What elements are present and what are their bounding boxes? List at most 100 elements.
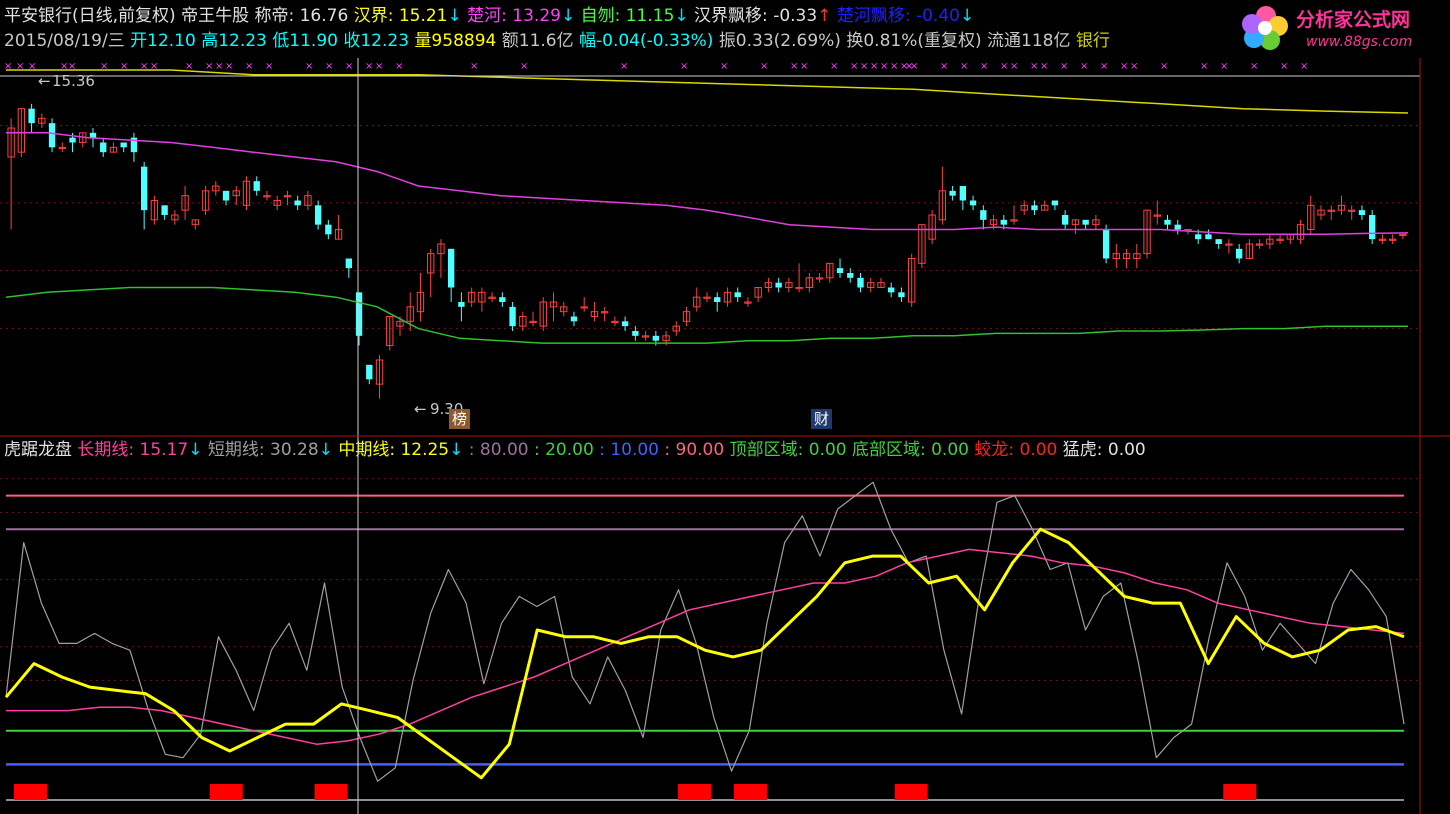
- marker-x: ×: [68, 61, 76, 72]
- candle-body: [499, 297, 506, 302]
- signal-boxes: [13, 784, 1257, 800]
- marker-x: ×: [1120, 61, 1128, 72]
- line2-segment: 额11.6亿: [501, 31, 580, 51]
- marker-x: ×: [680, 61, 688, 72]
- signal-box: [894, 784, 928, 800]
- line1-segment: 楚河飘移: -0.40: [831, 6, 960, 26]
- candle-body: [949, 190, 956, 196]
- tag-bang[interactable]: 榜: [449, 409, 471, 429]
- line1-segment: 平安银行(日线,前复权): [4, 6, 176, 26]
- candle-body: [222, 190, 230, 201]
- line3-segment: : 10.00: [593, 440, 659, 460]
- marker-x: ×: [140, 61, 148, 72]
- line1-segment: 帝王牛股: [175, 6, 255, 26]
- chart-canvas: 15.36 ← ← 9.30 × × × × × × × × × × × × × × × × × × × × × × × × ×…: [0, 58, 1450, 814]
- candle-body: [1051, 200, 1059, 206]
- line2-segment: 高12.23: [201, 31, 273, 51]
- marker-x: ×: [120, 61, 128, 72]
- line2-segment: 量958894: [414, 31, 502, 51]
- candle-body: [1062, 215, 1069, 225]
- marker-x: ×: [215, 61, 223, 72]
- candle-body: [89, 132, 97, 138]
- candle-body: [775, 282, 782, 288]
- marker-x: ×: [245, 61, 253, 72]
- candle-body: [447, 248, 455, 288]
- marker-x: ×: [940, 61, 948, 72]
- marker-x: ×: [1080, 61, 1088, 72]
- candle-body: [1358, 210, 1366, 215]
- moving-average-lines: [5, 69, 1409, 344]
- candle-body: [621, 321, 629, 327]
- marker-x: ×: [790, 61, 798, 72]
- candle-body: [140, 166, 148, 211]
- marker-x: ×: [1160, 61, 1168, 72]
- line1-segment: 称帝: 16.76: [254, 6, 349, 26]
- line2-segment: 流通118亿: [987, 31, 1076, 51]
- marker-x: ×: [1280, 61, 1288, 72]
- line3-segment: ↓: [449, 440, 464, 460]
- candle-body: [836, 268, 844, 273]
- top-marker-row: × × × × × × × × × × × × × × × × × × × × × × × × × × × × × × × × × × × ××× × ×…: [4, 61, 1308, 72]
- chart-annotations: 15.36 ← ← 9.30: [38, 72, 463, 418]
- site-logo: 分析家公式网 www.88gs.com: [1240, 2, 1444, 54]
- candle-body: [161, 205, 168, 215]
- candle-body: [345, 258, 352, 269]
- line3-segment: 猛虎: 0.00: [1057, 440, 1146, 460]
- candle-body: [1235, 248, 1243, 259]
- indicator-lines: [4, 481, 1405, 782]
- candle-body: [969, 200, 977, 206]
- line2-segment: 银行: [1075, 31, 1110, 51]
- signal-box: [314, 784, 348, 800]
- line3-segment: 蛟龙: 0.00: [968, 440, 1058, 460]
- line3-segment: 虎踞龙盘: [4, 440, 78, 460]
- marker-x: ×: [265, 61, 273, 72]
- candle-body: [509, 306, 516, 327]
- candle-body: [366, 364, 373, 380]
- marker-x: ×: [470, 61, 478, 72]
- logo-title: 分析家公式网: [1296, 8, 1410, 31]
- line2-segment: 开12.10: [130, 31, 202, 51]
- high-label: 15.36: [52, 72, 95, 90]
- marker-x: ×: [1000, 61, 1008, 72]
- price-header: 平安银行(日线,前复权) 帝王牛股 称帝: 16.76 汉界: 15.21↓ 楚…: [4, 6, 974, 26]
- indicator-header: 虎踞龙盘 长期线: 15.17↓ 短期线: 30.28↓ 中期线: 12.25↓…: [4, 440, 1146, 460]
- line1-segment: 汉界飘移: -0.33: [688, 6, 818, 26]
- flower-icon: [1242, 6, 1288, 50]
- candle-body: [1000, 219, 1007, 225]
- marker-x: ×: [910, 61, 918, 72]
- candle-body: [69, 137, 76, 143]
- marker-x: ×: [100, 61, 108, 72]
- candle-body: [652, 335, 660, 341]
- candle-body: [314, 205, 322, 225]
- candle-body: [1195, 234, 1202, 240]
- marker-x: ×: [28, 61, 36, 72]
- marker-x: ×: [395, 61, 403, 72]
- line3-segment: : 90.00: [658, 440, 725, 460]
- marker-x: ×: [375, 61, 383, 72]
- ma-magenta-line: [6, 132, 1409, 236]
- candle-body: [570, 316, 578, 322]
- candle-body: [847, 273, 854, 278]
- candle-body: [253, 181, 260, 191]
- line1-segment: ↓: [959, 6, 975, 26]
- marker-x: ×: [16, 61, 24, 72]
- line1-segment: ↑: [817, 6, 832, 26]
- marker-x: ×: [1060, 61, 1068, 72]
- line1-segment: ↓: [560, 6, 576, 26]
- line3-segment: 顶部区域: 0.00: [724, 440, 847, 460]
- candle-body: [734, 292, 741, 298]
- marker-x: ×: [225, 61, 233, 72]
- line1-segment: 自刎: 11.15: [575, 6, 675, 26]
- line3-segment: : 20.00: [528, 440, 594, 460]
- marker-x: ×: [830, 61, 838, 72]
- marker-x: ×: [800, 61, 808, 72]
- indicator-grid: [0, 478, 1420, 801]
- marker-x: ×: [150, 61, 158, 72]
- high-arrow: ←: [38, 72, 51, 90]
- tag-cai[interactable]: 财: [811, 409, 833, 429]
- line3-segment: ↓: [188, 440, 203, 460]
- marker-x: ×: [620, 61, 628, 72]
- candle-body: [1215, 239, 1222, 244]
- candle-body: [714, 297, 721, 302]
- marker-x: ×: [345, 61, 353, 72]
